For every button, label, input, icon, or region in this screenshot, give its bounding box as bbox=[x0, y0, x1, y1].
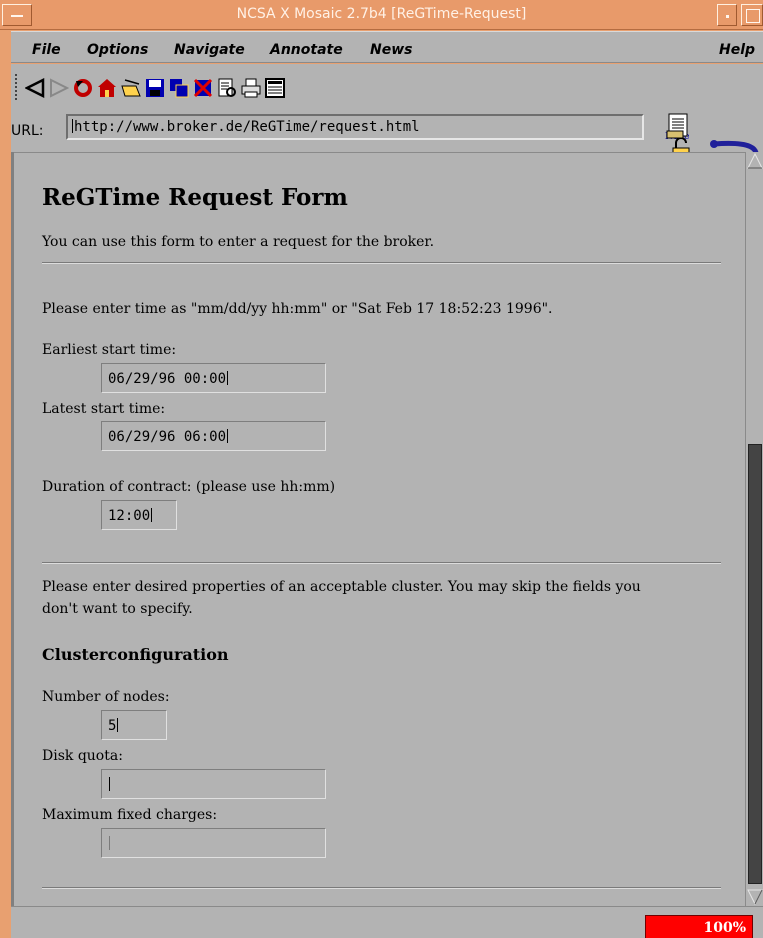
open-icon[interactable] bbox=[121, 78, 141, 98]
nodes-label: Number of nodes: bbox=[42, 689, 170, 705]
properties-text-line1: Please enter desired properties of an ac… bbox=[42, 579, 641, 595]
divider bbox=[42, 262, 721, 264]
earliest-start-input[interactable]: 06/29/96 00:00 bbox=[101, 363, 326, 393]
forward-icon[interactable] bbox=[49, 78, 69, 98]
time-instructions: Please enter time as "mm/dd/yy hh:mm" or… bbox=[42, 301, 553, 317]
scroll-up-arrow-icon[interactable] bbox=[747, 152, 763, 170]
progress-indicator: 100% bbox=[645, 915, 753, 938]
max-charges-input[interactable] bbox=[101, 828, 326, 858]
scroll-down-arrow-icon[interactable] bbox=[747, 888, 763, 906]
reload-icon[interactable] bbox=[73, 78, 93, 98]
nodes-input[interactable]: 5 bbox=[101, 710, 167, 740]
title-bar[interactable]: NCSA X Mosaic 2.7b4 [ReGTime-Request] bbox=[0, 0, 763, 30]
document-icon[interactable] bbox=[665, 112, 693, 140]
print-preview-icon[interactable] bbox=[217, 78, 237, 98]
page-title: ReGTime Request Form bbox=[42, 184, 348, 211]
url-label: URL: bbox=[11, 123, 44, 139]
scroll-thumb[interactable] bbox=[748, 444, 762, 884]
content-frame-edge bbox=[11, 152, 14, 906]
duration-value: 12:00 bbox=[108, 508, 151, 524]
menu-help[interactable]: Help bbox=[719, 42, 755, 58]
cluster-config-heading: Clusterconfiguration bbox=[42, 645, 229, 664]
progress-text: 100% bbox=[703, 920, 746, 936]
news-icon[interactable] bbox=[265, 78, 285, 98]
back-icon[interactable] bbox=[25, 78, 45, 98]
disk-quota-label: Disk quota: bbox=[42, 748, 123, 764]
url-value: http://www.broker.de/ReGTime/request.htm… bbox=[74, 119, 420, 135]
latest-start-input[interactable]: 06/29/96 06:00 bbox=[101, 421, 326, 451]
earliest-start-value: 06/29/96 00:00 bbox=[108, 371, 227, 387]
vertical-scrollbar[interactable] bbox=[745, 152, 763, 906]
disk-quota-input[interactable] bbox=[101, 769, 326, 799]
menu-annotate[interactable]: Annotate bbox=[270, 42, 343, 58]
window-title: NCSA X Mosaic 2.7b4 [ReGTime-Request] bbox=[236, 6, 527, 22]
home-icon[interactable] bbox=[97, 78, 117, 98]
nodes-value: 5 bbox=[108, 718, 117, 734]
menu-navigate[interactable]: Navigate bbox=[174, 42, 245, 58]
menu-file[interactable]: File bbox=[32, 42, 61, 58]
page-content[interactable]: ReGTime Request Form You can use this fo… bbox=[11, 152, 745, 906]
duration-input[interactable]: 12:00 bbox=[101, 500, 177, 530]
max-charges-label: Maximum fixed charges: bbox=[42, 807, 218, 823]
print-icon[interactable] bbox=[241, 78, 261, 98]
menu-news[interactable]: News bbox=[370, 42, 412, 58]
properties-text-line2: don't want to specify. bbox=[42, 601, 193, 617]
close-window-icon[interactable] bbox=[193, 78, 213, 98]
clone-icon[interactable] bbox=[169, 78, 189, 98]
save-icon[interactable] bbox=[145, 78, 165, 98]
menu-options[interactable]: Options bbox=[87, 42, 148, 58]
duration-label: Duration of contract: (please use hh:mm) bbox=[42, 479, 336, 495]
minimize-button[interactable] bbox=[717, 4, 737, 26]
url-input[interactable]: http://www.broker.de/ReGTime/request.htm… bbox=[66, 114, 644, 140]
intro-text: You can use this form to enter a request… bbox=[42, 234, 435, 250]
status-bar: 100% bbox=[11, 906, 763, 938]
latest-start-value: 06/29/96 06:00 bbox=[108, 429, 227, 445]
divider bbox=[42, 562, 721, 564]
earliest-start-label: Earliest start time: bbox=[42, 342, 177, 358]
maximize-button[interactable] bbox=[741, 4, 763, 26]
menu-bar: File Options Navigate Annotate News Help bbox=[11, 31, 763, 63]
toolbar-grip[interactable] bbox=[15, 74, 19, 100]
latest-start-label: Latest start time: bbox=[42, 401, 166, 417]
divider bbox=[42, 887, 721, 889]
